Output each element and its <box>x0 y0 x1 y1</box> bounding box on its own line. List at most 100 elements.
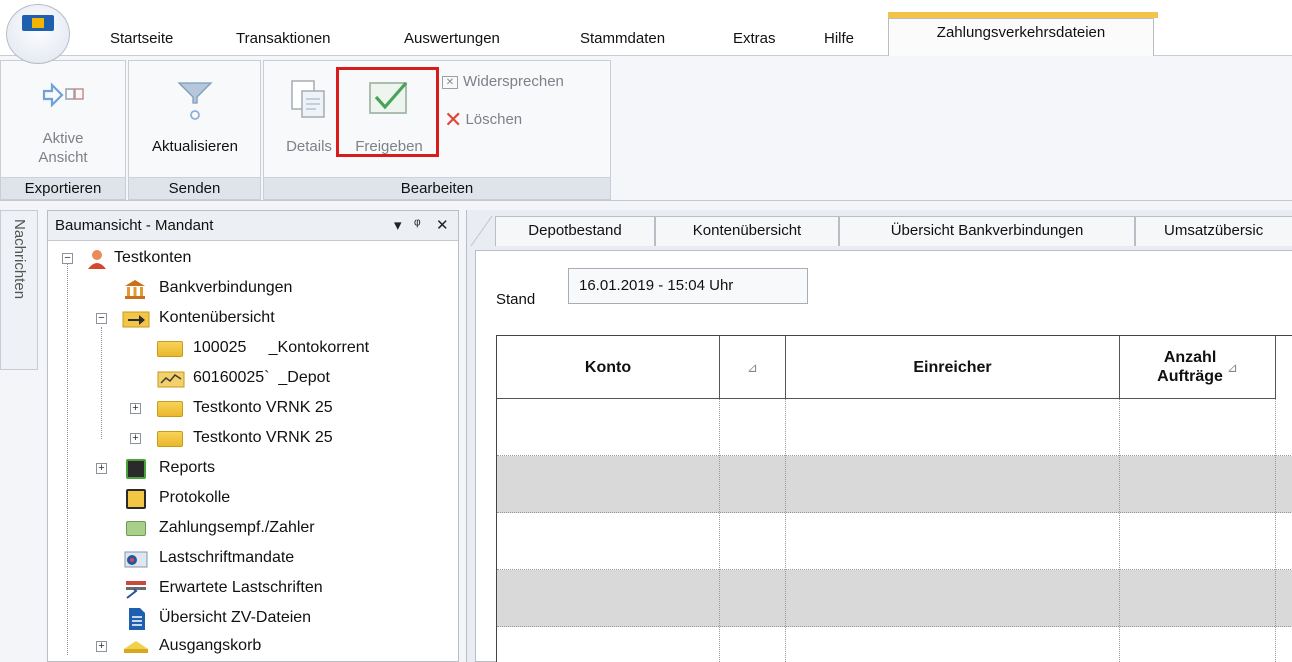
column-header-anzahl-label-2: Aufträge <box>1157 368 1223 385</box>
ribbon-group-exportieren: Aktive Ansicht Exportieren <box>0 60 126 200</box>
expected-debit-icon <box>126 581 146 599</box>
tree-guide-line <box>101 327 102 439</box>
tree-label: 60160025` _Depot <box>193 369 330 386</box>
tree-label: 100025 _Kontokorrent <box>193 339 370 356</box>
loeschen-label: Löschen <box>465 111 523 128</box>
app-logo-icon <box>22 15 54 31</box>
column-divider <box>786 399 1120 662</box>
details-button[interactable]: Details <box>274 77 344 177</box>
tab-umsatzuebersicht[interactable]: Umsatzübersic <box>1135 216 1292 246</box>
tree-label: Erwartete Lastschriften <box>159 579 323 596</box>
application-menu-button[interactable] <box>6 4 70 64</box>
column-header-einreicher-label: Einreicher <box>913 358 992 376</box>
expand-icon[interactable]: + <box>130 433 141 444</box>
zv-files-grid: Konto ⊿ Einreicher Anzahl Aufträge ⊿ <box>496 335 1292 662</box>
account-folder-arrow-icon <box>122 311 150 328</box>
column-divider <box>497 399 720 662</box>
outbox-tray-icon <box>124 641 148 653</box>
column-header-anzahl-auftraege[interactable]: Anzahl Aufträge ⊿ <box>1120 336 1276 399</box>
column-divider <box>1120 399 1276 662</box>
group-label-senden: Senden <box>129 177 260 199</box>
panel-dropdown-icon[interactable]: ▾ <box>394 216 402 234</box>
stand-date-field: 16.01.2019 - 15:04 Uhr <box>568 268 808 304</box>
widersprechen-button[interactable]: ✕ Widersprechen <box>442 73 564 90</box>
collapse-icon[interactable]: − <box>96 313 107 324</box>
tree-panel-header: Baumansicht - Mandant ▾ ᵠ ✕ <box>48 211 458 241</box>
menu-extras[interactable]: Extras <box>733 30 776 47</box>
payee-card-icon <box>126 521 146 536</box>
loeschen-button[interactable]: ✕ Löschen <box>444 107 522 133</box>
menu-auswertungen[interactable]: Auswertungen <box>404 30 500 47</box>
tree-guide-line <box>67 263 68 655</box>
menu-transaktionen[interactable]: Transaktionen <box>236 30 331 47</box>
aktive-ansicht-button[interactable]: Aktive Ansicht <box>5 77 121 177</box>
tab-depotbestand[interactable]: Depotbestand <box>495 216 655 246</box>
export-arrow-icon <box>42 82 84 108</box>
ribbon: Aktive Ansicht Exportieren Aktualisieren… <box>0 56 1292 201</box>
mandate-icon <box>124 551 148 568</box>
tree-panel-title: Baumansicht - Mandant <box>55 217 214 234</box>
reports-icon <box>126 459 146 479</box>
tree-label: Ausgangskorb <box>159 637 262 654</box>
tree-label: Testkonto VRNK 25 <box>193 399 333 416</box>
freigeben-highlight-box <box>336 67 439 157</box>
details-label: Details <box>286 138 332 155</box>
tree-panel: Baumansicht - Mandant ▾ ᵠ ✕ − Testkonten… <box>47 210 459 662</box>
document-body: Stand 16.01.2019 - 15:04 Uhr Konto ⊿ Ein… <box>475 250 1292 662</box>
column-header-konto-label: Konto <box>584 358 632 376</box>
folder-icon <box>157 401 183 417</box>
tree-label: Testkonto VRNK 25 <box>193 429 333 446</box>
ribbon-group-senden: Aktualisieren Senden <box>128 60 261 200</box>
tab-zahlungsverkehrsdateien[interactable]: Zahlungsverkehrsdateien <box>888 18 1154 56</box>
column-divider <box>720 399 786 662</box>
group-label-exportieren: Exportieren <box>1 177 125 199</box>
aktive-ansicht-label-1: Aktive <box>42 130 84 147</box>
aktualisieren-label: Aktualisieren <box>152 138 238 155</box>
widersprechen-label: Widersprechen <box>463 73 564 90</box>
delete-x-icon: ✕ <box>444 107 463 132</box>
group-label-bearbeiten: Bearbeiten <box>264 177 610 199</box>
expand-icon[interactable]: + <box>96 641 107 652</box>
tree-label: Kontenübersicht <box>159 309 275 326</box>
tree-label: Testkonten <box>114 249 192 266</box>
menu-hilfe[interactable]: Hilfe <box>824 30 854 47</box>
depot-chart-icon <box>157 371 185 388</box>
tab-strip-edge <box>470 216 493 246</box>
column-header-anzahl-label-1: Anzahl <box>1163 349 1217 366</box>
side-tab-label: Nachrichten <box>11 219 28 300</box>
tab-zahlungsverkehrsdateien-label: Zahlungsverkehrsdateien <box>936 24 1106 41</box>
user-icon <box>88 250 106 269</box>
folder-icon <box>157 431 183 447</box>
sort-filter-icon[interactable]: ⊿ <box>1227 358 1238 377</box>
protocol-icon <box>126 489 146 509</box>
tree-label: Zahlungsempf./Zahler <box>159 519 315 536</box>
panel-pin-icon[interactable]: ᵠ <box>414 216 421 233</box>
widersprechen-icon: ✕ <box>442 76 458 89</box>
menu-stammdaten[interactable]: Stammdaten <box>580 30 665 47</box>
menu-startseite[interactable]: Startseite <box>110 30 173 47</box>
folder-icon <box>157 341 183 357</box>
aktualisieren-button[interactable]: Aktualisieren <box>133 77 257 177</box>
column-header-konto[interactable]: Konto <box>497 336 720 399</box>
content-area: Depotbestand Kontenübersicht Übersicht B… <box>466 210 1292 662</box>
stand-label: Stand <box>496 291 536 308</box>
side-tab-nachrichten[interactable]: Nachrichten <box>0 210 38 370</box>
filter-funnel-icon <box>177 82 213 120</box>
tree-label: Reports <box>159 459 216 476</box>
tree-label: Protokolle <box>159 489 231 506</box>
panel-close-icon[interactable]: ✕ <box>436 216 449 234</box>
collapse-icon[interactable]: − <box>62 253 73 264</box>
column-header-einreicher[interactable]: Einreicher <box>786 336 1120 399</box>
expand-icon[interactable]: + <box>130 403 141 414</box>
bank-icon <box>125 280 145 299</box>
tree-label: Übersicht ZV-Dateien <box>159 609 312 626</box>
file-list-icon <box>129 608 145 630</box>
aktive-ansicht-label-2: Ansicht <box>38 149 88 166</box>
sort-filter-icon[interactable]: ⊿ <box>747 358 758 377</box>
details-document-icon <box>291 80 325 118</box>
expand-icon[interactable]: + <box>96 463 107 474</box>
tab-uebersicht-bankverbindungen[interactable]: Übersicht Bankverbindungen <box>839 216 1135 246</box>
tab-kontenuebersicht[interactable]: Kontenübersicht <box>655 216 839 246</box>
tree-label: Lastschriftmandate <box>159 549 295 566</box>
column-header-konto-filter[interactable]: ⊿ <box>720 336 786 399</box>
